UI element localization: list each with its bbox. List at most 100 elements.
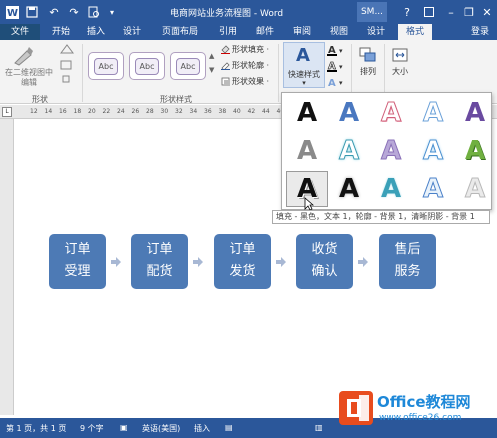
tab-insert[interactable]: 插入 [80, 24, 112, 40]
mouse-cursor-icon [304, 197, 314, 211]
ribbon-display-button[interactable] [419, 4, 439, 20]
shape-styles-scroll[interactable]: ▲ ▼ [209, 52, 214, 74]
tab-smartart-design[interactable]: 设计 [360, 24, 392, 40]
wordart-style-option[interactable]: A [286, 95, 328, 131]
smaller-icon[interactable] [60, 74, 72, 84]
group-separator [278, 44, 279, 102]
shape-style-label: Abc [134, 57, 160, 75]
tab-format[interactable]: 格式 [398, 24, 432, 40]
flowchart-step-line1: 订单 [146, 242, 173, 257]
wordart-style-option[interactable]: A [328, 171, 370, 207]
shape-style-thumb-2[interactable]: Abc [129, 52, 165, 80]
shape-style-thumb-1[interactable]: Abc [88, 52, 124, 80]
shape-fill-button[interactable]: 形状填充 · [221, 44, 269, 55]
ruler-tick-label: 24 [117, 108, 125, 115]
text-effects-button[interactable]: A ▾ [327, 76, 345, 88]
ruler-tick-label: 26 [131, 108, 140, 115]
undo-icon[interactable]: ↶ [44, 4, 64, 20]
scroll-up-icon[interactable]: ▲ [209, 52, 214, 60]
language-indicator[interactable]: 英语(美国) [142, 423, 180, 434]
size-button[interactable]: 大小 [387, 44, 413, 88]
ruler-tick-label: 32 [175, 108, 183, 115]
quick-styles-button[interactable]: A 快速样式 ▾ [283, 42, 325, 88]
restore-button[interactable]: ❐ [459, 4, 479, 20]
arrange-label: 排列 [360, 67, 376, 76]
shape-fill-label: 形状填充 · [232, 45, 270, 54]
ruler-tick-label: 36 [204, 108, 212, 115]
flowchart-step[interactable]: 订单 发货 [214, 234, 271, 289]
wordart-style-option[interactable]: A [454, 133, 496, 169]
flowchart-step[interactable]: 订单 受理 [49, 234, 106, 289]
wordart-a-icon: A [296, 45, 310, 66]
redo-icon[interactable]: ↷ [66, 4, 82, 20]
word-count[interactable]: 9 个字 [80, 423, 104, 434]
minimize-button[interactable]: – [441, 4, 461, 20]
proofing-icon[interactable]: ▣ [120, 423, 128, 432]
flowchart-step[interactable]: 售后 服务 [379, 234, 436, 289]
insert-mode[interactable]: 插入 [194, 423, 210, 434]
page-count[interactable]: 第 1 页，共 1 页 [6, 423, 66, 434]
tab-page-layout[interactable]: 页面布局 [154, 24, 206, 40]
larger-icon[interactable] [60, 60, 72, 70]
shape-style-label: Abc [175, 57, 201, 75]
tab-home[interactable]: 开始 [45, 24, 77, 40]
text-outline-button[interactable]: A ▾ [327, 60, 345, 72]
flowchart-step-line2: 确认 [311, 264, 338, 279]
sign-in-link[interactable]: 登录 [466, 24, 494, 40]
tab-file[interactable]: 文件 [0, 24, 40, 40]
read-mode-icon[interactable]: ▥ [315, 423, 323, 432]
shape-style-thumb-3[interactable]: Abc [170, 52, 206, 80]
wordart-style-option[interactable]: A [412, 95, 454, 131]
svg-text:W: W [6, 8, 17, 19]
shape-effects-button[interactable]: 形状效果 · [221, 76, 269, 87]
text-fill-button[interactable]: A ▾ [327, 44, 345, 56]
change-shape-icon[interactable] [60, 44, 74, 54]
flowchart-step[interactable]: 收货 确认 [296, 234, 353, 289]
shape-outline-button[interactable]: 形状轮廓 · [221, 60, 269, 71]
flowchart-arrow-icon [276, 257, 286, 267]
wordart-style-option[interactable]: A [286, 133, 328, 169]
tab-review[interactable]: 审阅 [286, 24, 318, 40]
ruler-tick-label: 16 [59, 108, 67, 115]
help-button[interactable]: ? [397, 4, 417, 20]
save-icon[interactable] [24, 4, 40, 20]
tab-design[interactable]: 设计 [116, 24, 148, 40]
size-label: 大小 [392, 67, 408, 76]
flowchart-step[interactable]: 订单 配货 [131, 234, 188, 289]
edit-in-2d-label: 在二维视图中编辑 [5, 68, 53, 87]
close-button[interactable]: ✕ [477, 4, 497, 20]
shapes-group-label: 形状 [32, 95, 48, 104]
wordart-style-option[interactable]: A [370, 133, 412, 169]
tab-selector[interactable]: L [2, 107, 12, 117]
wordart-style-option[interactable]: A [328, 95, 370, 131]
wordart-style-option[interactable]: A [328, 133, 370, 169]
wordart-style-option[interactable]: A [370, 171, 412, 207]
print-preview-icon[interactable] [86, 4, 102, 20]
ruler-tick-label: 30 [160, 108, 169, 115]
wordart-style-option[interactable]: A [412, 171, 454, 207]
tab-view[interactable]: 视图 [323, 24, 355, 40]
text-outline-icon: A ▾ [327, 61, 343, 72]
tab-mailings[interactable]: 邮件 [249, 24, 281, 40]
ruler-tick-label: 34 [189, 108, 198, 115]
tab-references[interactable]: 引用 [212, 24, 244, 40]
arrange-button[interactable]: 排列 [355, 44, 381, 88]
customize-toolbar-icon[interactable]: ▾ [106, 4, 118, 20]
flowchart-step-line1: 订单 [64, 242, 91, 257]
smartart-context-label: SM... [357, 2, 387, 22]
edit-in-2d-button[interactable] [12, 44, 34, 66]
macro-recording-icon[interactable]: ▤ [225, 423, 233, 432]
text-fill-icon: A ▾ [327, 45, 343, 56]
wordart-style-option[interactable]: A [412, 133, 454, 169]
office26-logo: Office教程网 www.office26.com [337, 387, 497, 431]
wordart-style-option[interactable]: A [370, 95, 412, 131]
style-tooltip: 填充 - 黑色，文本 1，轮廓 - 背景 1，清晰阴影 - 背景 1 [272, 210, 490, 224]
ruler-tick-label: 42 [247, 108, 256, 115]
quick-styles-caret: ▾ [302, 79, 306, 87]
flowchart-step-line2: 受理 [64, 264, 91, 279]
wordart-quick-styles-gallery: AAAAAAAAAAAAAAA [281, 92, 492, 211]
svg-text:A: A [328, 78, 336, 88]
wordart-style-option[interactable]: A [454, 171, 496, 207]
scroll-down-icon[interactable]: ▼ [209, 66, 214, 74]
wordart-style-option[interactable]: A [454, 95, 496, 131]
